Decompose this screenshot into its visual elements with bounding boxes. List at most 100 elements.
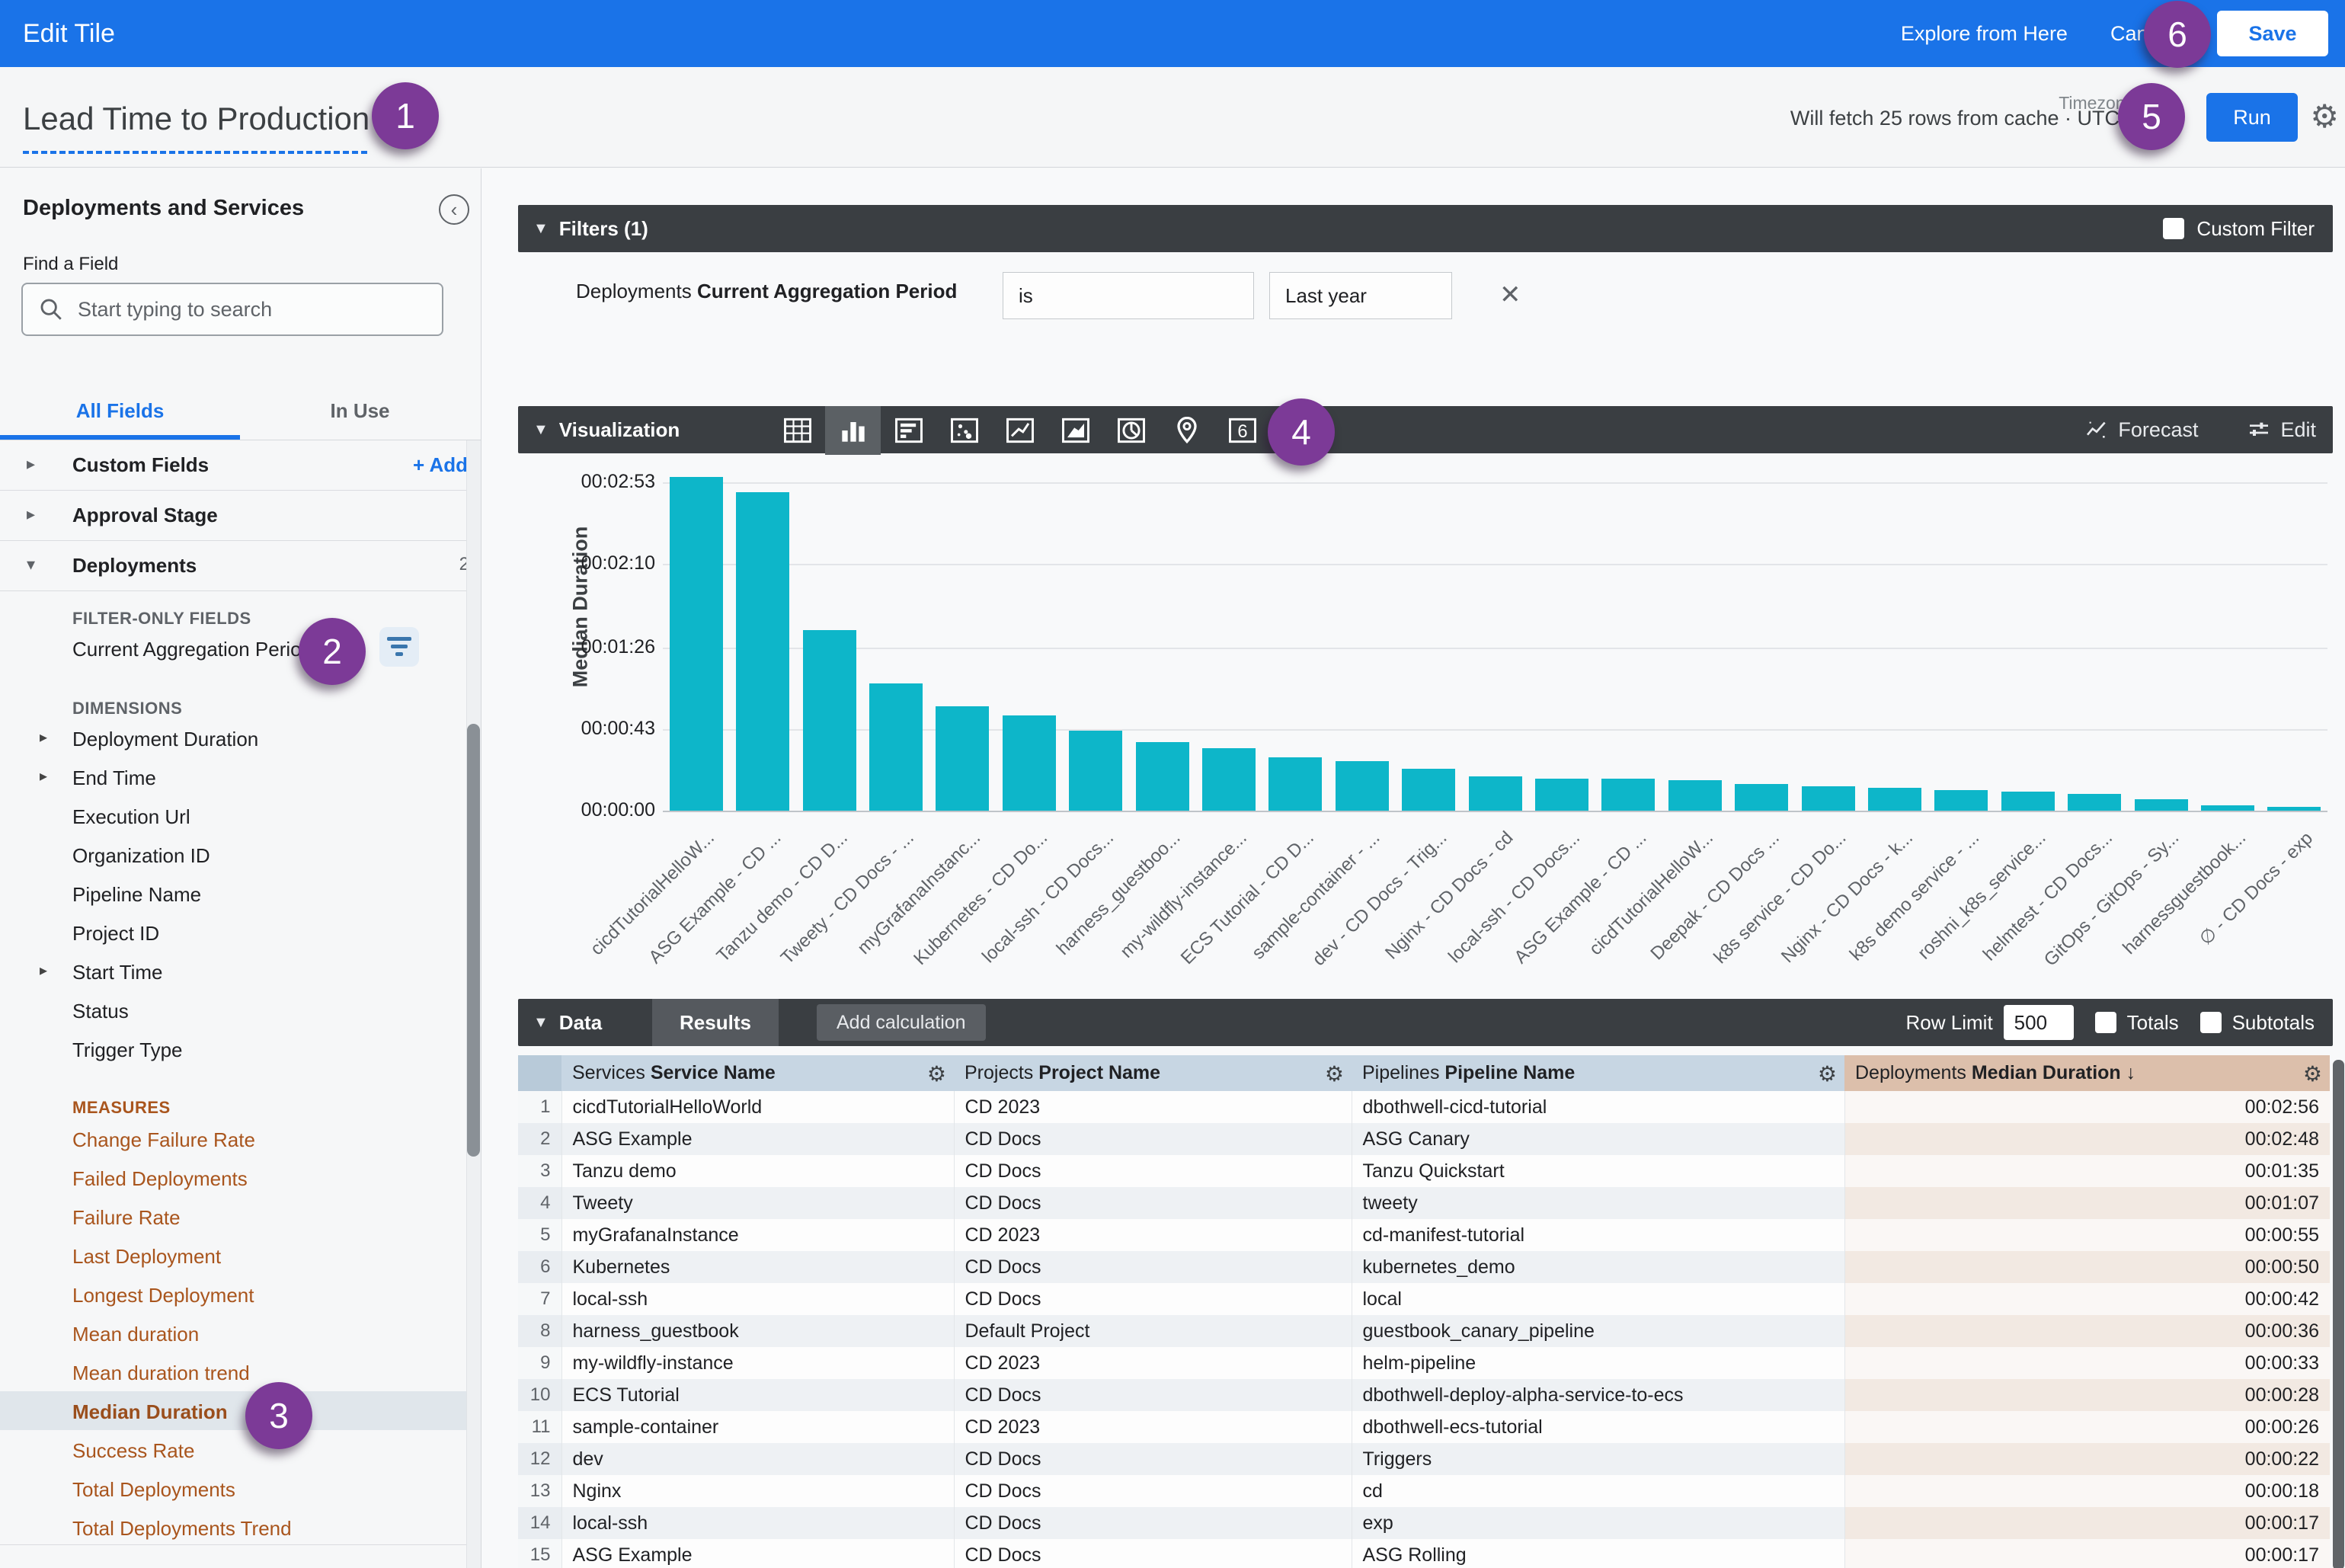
single-value-icon[interactable]: 6 <box>1214 406 1270 455</box>
chart-bar[interactable] <box>1868 788 1921 811</box>
area-chart-icon[interactable] <box>1048 406 1103 455</box>
dimension-item[interactable]: Project ID <box>0 913 466 952</box>
dimension-item[interactable]: Trigger Type <box>0 1029 466 1068</box>
collapse-data-icon[interactable]: ▼ <box>533 1014 549 1032</box>
add-calculation-button[interactable]: Add calculation <box>817 1004 986 1041</box>
filter-operator-dropdown[interactable]: is <box>1003 272 1254 319</box>
bar-chart-icon[interactable] <box>881 406 936 455</box>
dimension-item[interactable]: ▸ Deployment Duration <box>0 718 466 757</box>
column-header-median-duration[interactable]: Deployments Median Duration ↓ ⚙ <box>1844 1055 2330 1091</box>
line-chart-icon[interactable] <box>992 406 1048 455</box>
measure-item[interactable]: Total Deployments <box>0 1469 466 1508</box>
forecast-button[interactable]: Forecast <box>2084 418 2198 442</box>
chart-bar[interactable] <box>1202 748 1256 811</box>
sidebar-section-deployments[interactable]: ▾ Deployments 2 <box>0 541 481 591</box>
dimension-item[interactable]: Organization ID <box>0 835 466 874</box>
table-scrollbar-thumb[interactable] <box>2333 1060 2344 1568</box>
measure-item[interactable]: Longest Deployment <box>0 1275 466 1314</box>
sidebar-scrollbar-thumb[interactable] <box>467 724 480 1157</box>
expand-field-icon[interactable]: ▸ <box>40 766 47 786</box>
table-row[interactable]: 11 sample-container CD 2023 dbothwell-ec… <box>518 1411 2330 1443</box>
measure-item[interactable]: Change Failure Rate <box>0 1119 466 1158</box>
expand-field-icon[interactable]: ▸ <box>40 961 47 980</box>
dimension-item[interactable]: ▸ Start Time <box>0 952 466 990</box>
search-input[interactable] <box>78 298 413 322</box>
collapse-sidebar-icon[interactable]: ‹ <box>439 194 469 225</box>
chart-bar[interactable] <box>869 683 923 811</box>
explore-from-here-link[interactable]: Explore from Here <box>1901 22 2068 46</box>
table-row[interactable]: 6 Kubernetes CD Docs kubernetes_demo 00:… <box>518 1251 2330 1283</box>
table-row[interactable]: 3 Tanzu demo CD Docs Tanzu Quickstart 00… <box>518 1155 2330 1187</box>
column-gear-icon[interactable]: ⚙ <box>2303 1061 2322 1086</box>
chart-bar[interactable] <box>2135 799 2188 811</box>
chart-bar[interactable] <box>2201 805 2254 811</box>
table-viz-icon[interactable] <box>769 406 825 455</box>
gear-icon[interactable]: ⚙ <box>2310 98 2339 135</box>
column-gear-icon[interactable]: ⚙ <box>1818 1061 1837 1086</box>
column-header-pipeline-name[interactable]: Pipelines Pipeline Name ⚙ <box>1352 1055 1844 1091</box>
chart-bar[interactable] <box>1601 779 1655 811</box>
chart-bar[interactable] <box>2001 792 2055 811</box>
table-row[interactable]: 10 ECS Tutorial CD Docs dbothwell-deploy… <box>518 1379 2330 1411</box>
table-row[interactable]: 1 cicdTutorialHelloWorld CD 2023 dbothwe… <box>518 1091 2330 1123</box>
row-limit-input[interactable] <box>2004 1005 2074 1040</box>
tab-in-use[interactable]: In Use <box>240 386 480 440</box>
section-caret-icon[interactable]: ▸ <box>27 504 35 524</box>
subtotals-checkbox[interactable] <box>2200 1012 2222 1033</box>
chart-bar[interactable] <box>1469 776 1522 811</box>
chart-bar[interactable] <box>1535 779 1588 811</box>
results-tab[interactable]: Results <box>652 999 779 1046</box>
chart-bar[interactable] <box>1802 786 1855 811</box>
dimension-item[interactable]: Pipeline Name <box>0 874 466 913</box>
chart-bar[interactable] <box>1268 757 1322 811</box>
chart-bar[interactable] <box>1136 742 1189 811</box>
edit-viz-button[interactable]: Edit <box>2247 418 2316 442</box>
chart-bar[interactable] <box>1735 784 1788 811</box>
column-gear-icon[interactable]: ⚙ <box>1325 1061 1344 1086</box>
sidebar-scrollbar[interactable] <box>466 440 481 1568</box>
chart-bar[interactable] <box>936 706 989 811</box>
table-row[interactable]: 4 Tweety CD Docs tweety 00:01:07 <box>518 1187 2330 1219</box>
table-row[interactable]: 8 harness_guestbook Default Project gues… <box>518 1315 2330 1347</box>
add-custom-field-button[interactable]: + Add <box>413 453 468 477</box>
chart-bar[interactable] <box>1003 715 1056 811</box>
sidebar-section-approval-stage[interactable]: ▸ Approval Stage <box>0 491 481 541</box>
field-item[interactable]: Current Aggregation Period <box>0 629 466 667</box>
map-pin-icon[interactable] <box>1159 406 1214 455</box>
scatter-plot-icon[interactable] <box>936 406 992 455</box>
measure-item[interactable]: Mean duration <box>0 1314 466 1352</box>
dimension-item[interactable]: ▸ End Time <box>0 757 466 796</box>
measure-item[interactable]: Mean duration trend <box>0 1352 466 1391</box>
column-chart-icon[interactable] <box>825 406 881 455</box>
table-row[interactable]: 9 my-wildfly-instance CD 2023 helm-pipel… <box>518 1347 2330 1379</box>
measure-item-selected[interactable]: Median Duration <box>0 1391 466 1430</box>
chart-bar[interactable] <box>1934 790 1988 811</box>
run-button[interactable]: Run <box>2206 93 2298 142</box>
expand-field-icon[interactable]: ▸ <box>40 728 47 747</box>
filter-value-dropdown[interactable]: Last year <box>1269 272 1452 319</box>
field-search-box[interactable] <box>21 283 443 336</box>
table-row[interactable]: 13 Nginx CD Docs cd 00:00:18 <box>518 1475 2330 1507</box>
measure-item[interactable]: Last Deployment <box>0 1236 466 1275</box>
totals-checkbox[interactable] <box>2095 1012 2116 1033</box>
chart-bar[interactable] <box>2068 794 2121 811</box>
chart-bar[interactable] <box>1402 769 1455 811</box>
section-caret-icon[interactable]: ▾ <box>27 555 35 574</box>
column-header-service-name[interactable]: Services Service Name ⚙ <box>561 1055 954 1091</box>
save-button[interactable]: Save <box>2217 11 2328 56</box>
table-row[interactable]: 14 local-ssh CD Docs exp 00:00:17 <box>518 1507 2330 1539</box>
dimension-item[interactable]: Execution Url <box>0 796 466 835</box>
table-row[interactable]: 2 ASG Example CD Docs ASG Canary 00:02:4… <box>518 1123 2330 1155</box>
collapse-filters-icon[interactable]: ▼ <box>533 220 549 238</box>
column-header-project-name[interactable]: Projects Project Name ⚙ <box>954 1055 1352 1091</box>
bar-chart[interactable]: 00:02:5300:02:1000:01:2600:00:4300:00:00 <box>663 469 2327 811</box>
section-caret-icon[interactable]: ▸ <box>27 454 35 474</box>
table-row[interactable]: 5 myGrafanaInstance CD 2023 cd-manifest-… <box>518 1219 2330 1251</box>
remove-filter-icon[interactable]: ✕ <box>1499 280 1521 310</box>
chart-bar[interactable] <box>670 477 723 811</box>
measure-item[interactable]: Failed Deployments <box>0 1158 466 1197</box>
chart-bar[interactable] <box>736 492 789 811</box>
collapse-visualization-icon[interactable]: ▼ <box>533 421 549 439</box>
tab-all-fields[interactable]: All Fields <box>0 386 240 440</box>
table-row[interactable]: 7 local-ssh CD Docs local 00:00:42 <box>518 1283 2330 1315</box>
